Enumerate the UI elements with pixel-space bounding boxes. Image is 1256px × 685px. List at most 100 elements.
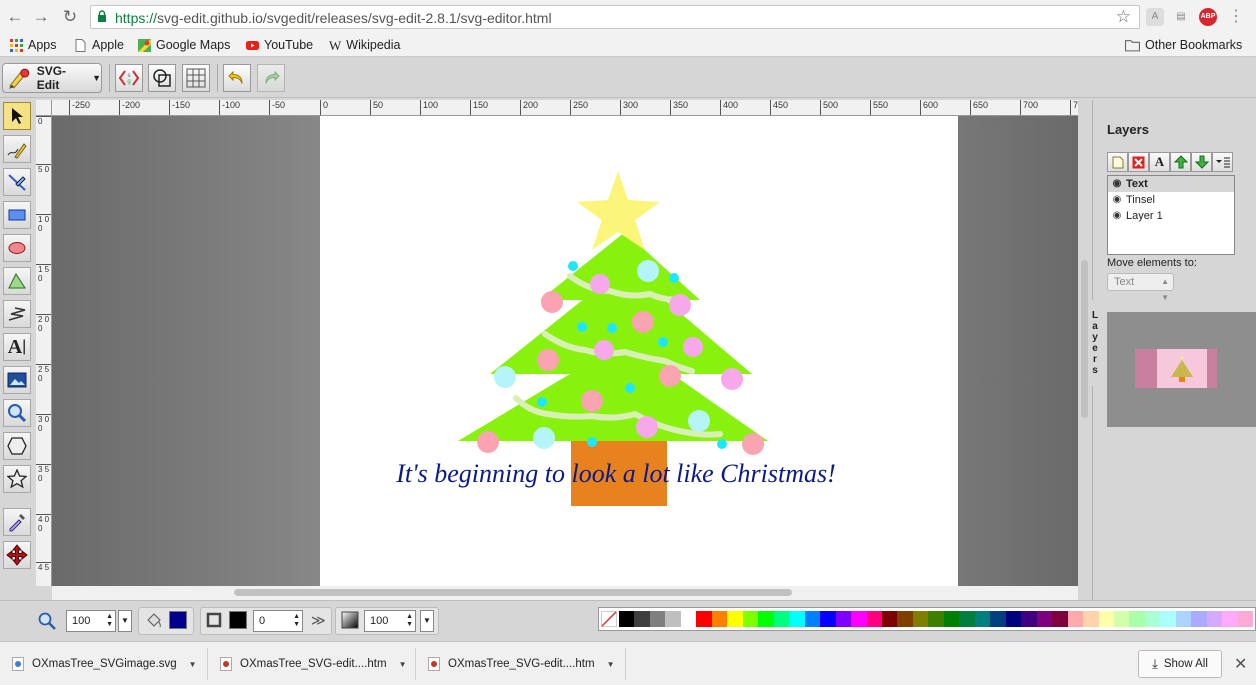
- palette-swatch[interactable]: [943, 611, 960, 627]
- polygon-tool[interactable]: [3, 432, 31, 460]
- bookmark-google-maps[interactable]: Google Maps: [138, 37, 230, 54]
- eye-icon[interactable]: ◉: [1108, 208, 1126, 224]
- download-item[interactable]: OXmasTree_SVG-edit....htm ▼: [416, 648, 626, 680]
- palette-swatch[interactable]: [727, 611, 743, 627]
- source-button[interactable]: sg: [115, 64, 143, 92]
- wireframe-button[interactable]: [148, 64, 176, 92]
- palette-swatch[interactable]: [1206, 611, 1223, 627]
- line-tool[interactable]: [3, 168, 31, 196]
- palette-swatch[interactable]: [1129, 611, 1145, 627]
- workarea[interactable]: It's beginning to look a lot like Christ…: [52, 116, 1078, 586]
- palette-swatch[interactable]: [990, 611, 1006, 627]
- scrollbar-thumb[interactable]: [234, 589, 792, 596]
- layer-menu-button[interactable]: [1212, 152, 1233, 172]
- stroke-width-input[interactable]: 0 ▲ ▼: [253, 610, 303, 632]
- palette-swatch[interactable]: [1114, 611, 1130, 627]
- spinner-arrows-icon[interactable]: ▲ ▼: [106, 613, 113, 629]
- palette-swatch[interactable]: [773, 611, 790, 627]
- extension-icon[interactable]: ▤: [1172, 8, 1190, 26]
- palette-swatch[interactable]: [696, 611, 712, 627]
- palette-swatch[interactable]: [804, 611, 821, 627]
- eyedropper-tool[interactable]: [3, 508, 31, 536]
- layers-panel-handle[interactable]: L a y e r s: [1088, 300, 1102, 386]
- canvas-overview[interactable]: [1107, 312, 1256, 427]
- close-icon[interactable]: ✕: [1234, 654, 1247, 674]
- move-layer-up-button[interactable]: [1170, 152, 1191, 172]
- palette-swatch[interactable]: [665, 611, 681, 627]
- address-bar[interactable]: https://svg-edit.github.io/svgedit/relea…: [90, 5, 1140, 29]
- fill-color-swatch[interactable]: [169, 611, 187, 629]
- zoom-input[interactable]: 100 ▲ ▼: [66, 610, 116, 632]
- overview-viewport[interactable]: [1135, 349, 1217, 388]
- no-color-icon[interactable]: [601, 611, 617, 627]
- palette-swatch[interactable]: [680, 611, 697, 627]
- palette-swatch[interactable]: [1237, 611, 1254, 627]
- bookmark-youtube[interactable]: YouTube: [246, 37, 313, 54]
- palette-swatch[interactable]: [851, 611, 867, 627]
- more-stroke-options-button[interactable]: ≫: [311, 612, 326, 629]
- palette-swatch[interactable]: [820, 611, 836, 627]
- horizontal-scrollbar[interactable]: [52, 586, 1078, 600]
- palette-swatch[interactable]: [1052, 611, 1068, 627]
- freehand-tool[interactable]: [3, 300, 31, 328]
- rectangle-tool[interactable]: [3, 201, 31, 229]
- delete-layer-button[interactable]: [1128, 152, 1149, 172]
- palette-swatch[interactable]: [742, 611, 759, 627]
- palette-swatch[interactable]: [1222, 611, 1238, 627]
- back-icon[interactable]: ←: [4, 6, 26, 28]
- palette-swatch[interactable]: [928, 611, 944, 627]
- palette-swatch[interactable]: [789, 611, 805, 627]
- palette-swatch[interactable]: [835, 611, 852, 627]
- palette-swatch[interactable]: [1005, 611, 1022, 627]
- chevron-down-icon[interactable]: ▼: [399, 660, 407, 669]
- main-menu-button[interactable]: SVG-Edit ▼: [2, 63, 102, 93]
- palette-swatch[interactable]: [1175, 611, 1192, 627]
- menu-icon[interactable]: ⋮: [1227, 8, 1245, 26]
- svg-canvas[interactable]: It's beginning to look a lot like Christ…: [320, 116, 958, 586]
- show-all-button[interactable]: ⤓ Show All: [1138, 650, 1222, 678]
- undo-button[interactable]: [223, 64, 251, 92]
- palette-swatch[interactable]: [959, 611, 975, 627]
- palette-swatch[interactable]: [866, 611, 882, 627]
- ellipse-tool[interactable]: [3, 234, 31, 262]
- palette-swatch[interactable]: [1021, 611, 1037, 627]
- download-item[interactable]: OXmasTree_SVGimage.svg ▼: [0, 648, 208, 680]
- palette-swatch[interactable]: [1191, 611, 1207, 627]
- bookmark-wikipedia[interactable]: W Wikipedia: [329, 37, 400, 54]
- palette-swatch[interactable]: [1036, 611, 1053, 627]
- chevron-down-icon[interactable]: ▼: [607, 660, 615, 669]
- eye-icon[interactable]: ◉: [1108, 176, 1126, 192]
- palette-swatch[interactable]: [897, 611, 913, 627]
- grid-button[interactable]: [182, 64, 210, 92]
- zoom-tool[interactable]: [3, 399, 31, 427]
- palette-swatch[interactable]: [649, 611, 666, 627]
- spinner-arrows-icon[interactable]: ▲ ▼: [406, 613, 413, 629]
- spinner-arrows-icon[interactable]: ▲ ▼: [293, 613, 300, 629]
- layer-row-layer-1[interactable]: ◉ Layer 1: [1108, 208, 1234, 224]
- palette-swatch[interactable]: [758, 611, 774, 627]
- palette-swatch[interactable]: [912, 611, 929, 627]
- redo-button[interactable]: [257, 64, 285, 92]
- move-layer-down-button[interactable]: [1191, 152, 1212, 172]
- tree-body[interactable]: [458, 232, 768, 441]
- chevron-down-icon[interactable]: ▼: [189, 660, 197, 669]
- new-layer-button[interactable]: [1107, 152, 1128, 172]
- path-tool[interactable]: [3, 267, 31, 295]
- download-item[interactable]: OXmasTree_SVG-edit....htm ▼: [208, 648, 416, 680]
- bookmark-apps[interactable]: Apps: [10, 37, 57, 54]
- forward-icon[interactable]: →: [30, 6, 52, 28]
- palette-swatch[interactable]: [881, 611, 898, 627]
- pencil-tool[interactable]: [3, 135, 31, 163]
- stroke-color-swatch[interactable]: [229, 611, 247, 629]
- bookmark-apple[interactable]: Apple: [74, 37, 124, 54]
- reload-icon[interactable]: ↻: [59, 6, 81, 28]
- opacity-input[interactable]: 100 ▲ ▼: [364, 610, 416, 632]
- other-bookmarks[interactable]: Other Bookmarks: [1125, 37, 1242, 54]
- layer-row-tinsel[interactable]: ◉ Tinsel: [1108, 192, 1234, 208]
- canvas-caption-text[interactable]: It's beginning to look a lot like Christ…: [395, 459, 836, 488]
- palette-swatch[interactable]: [1098, 611, 1114, 627]
- zoom-dropdown-button[interactable]: ▼: [118, 610, 132, 632]
- palette-swatch[interactable]: [974, 611, 991, 627]
- opacity-dropdown-button[interactable]: ▼: [420, 610, 434, 632]
- palette-swatch[interactable]: [711, 611, 728, 627]
